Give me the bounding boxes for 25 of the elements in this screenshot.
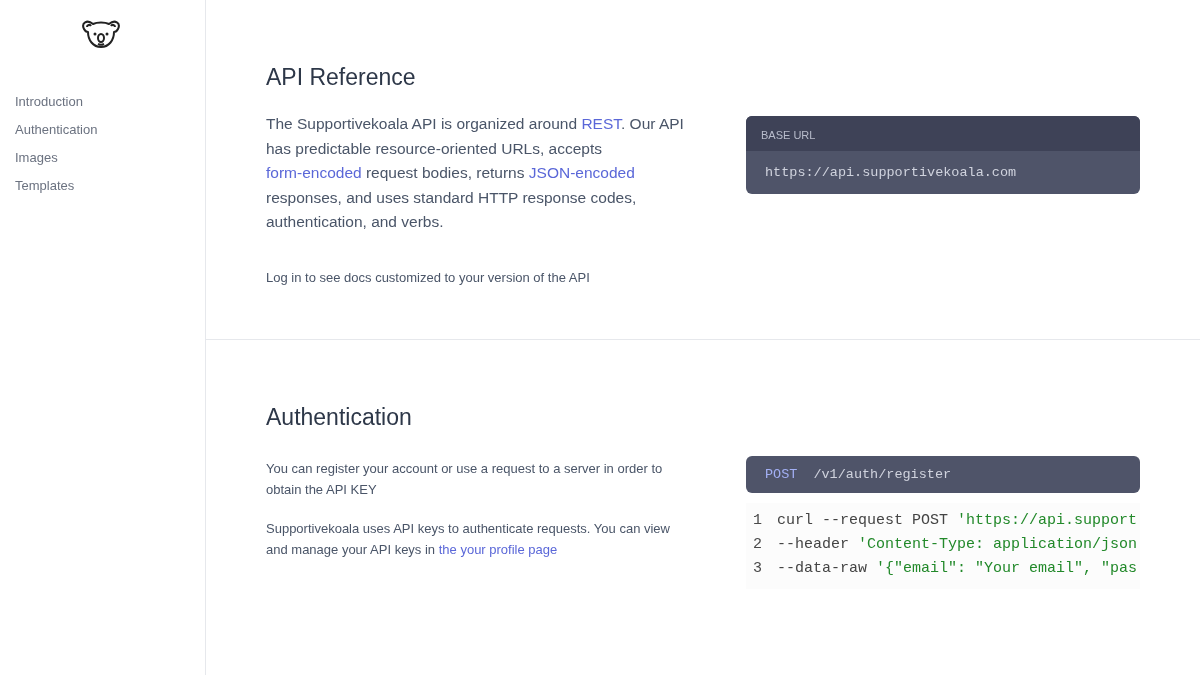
endpoint-path: /v1/auth/register: [813, 467, 952, 482]
base-url-label: BASE URL: [761, 129, 816, 141]
line-number: 2: [753, 535, 762, 555]
sidebar-link[interactable]: Introduction: [15, 92, 98, 111]
link[interactable]: JSON-encoded: [528, 164, 635, 181]
link[interactable]: the your profile page: [438, 542, 558, 557]
line-number: 1: [753, 511, 762, 531]
sidebar-link[interactable]: Authentication: [15, 120, 98, 139]
sidebar-link[interactable]: Templates: [15, 176, 98, 195]
code-line: --header 'Content-Type: application/json: [777, 535, 1138, 555]
http-method: POST: [765, 467, 798, 482]
code-line: curl --request POST 'https://api.support: [777, 511, 1138, 531]
paragraph: The Supportivekoala API is organized around REST. Our API has predictable resource-oriented URLs, accepts form-encoded request bodies, returns JSON-encoded responses, and uses standard HTTP response codes, authentication, and verbs.: [266, 114, 685, 232]
koala-logo-icon: [80, 18, 121, 50]
line-number: 3: [753, 559, 762, 579]
section-heading: API Reference: [266, 63, 417, 92]
link[interactable]: form-encoded: [266, 164, 362, 181]
code-line: --data-raw '{"email": "Your email", "pas: [777, 559, 1138, 579]
paragraph: You can register your account or use a request to a server in order to obtain the API KEY: [266, 460, 664, 499]
link[interactable]: REST: [581, 115, 621, 132]
paragraph: Supportivekoala uses API keys to authenticate requests. You can view and manage your API keys in the your profile page: [266, 520, 671, 559]
paragraph: Log in to see docs customized to your version of the API: [266, 268, 591, 287]
sidebar-link[interactable]: Images: [15, 148, 98, 167]
section-heading: Authentication: [266, 403, 413, 432]
base-url-value: https://api.supportivekoala.com: [765, 165, 1017, 180]
